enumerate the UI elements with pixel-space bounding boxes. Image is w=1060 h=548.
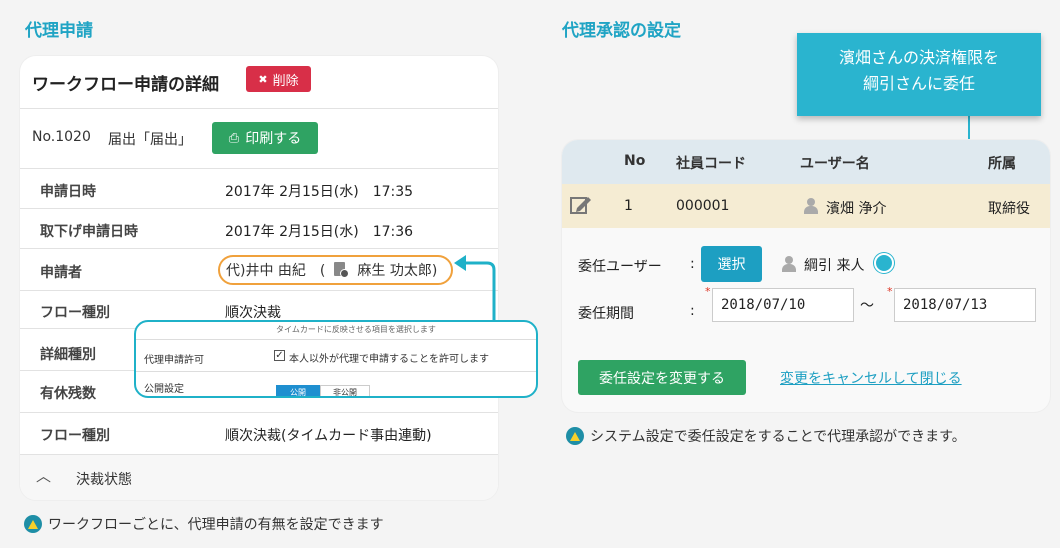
row-label: 申請者 — [40, 265, 82, 281]
colon: : — [690, 303, 695, 319]
original-applicant-name: 麻生 功太郎) — [357, 263, 438, 279]
workflow-detail-card: ワークフロー申請の詳細 ✖ 削除 No.1020 届出「届出」 ⎙ 印刷する 申… — [20, 56, 498, 500]
row-label: 詳細種別 — [40, 347, 96, 363]
right-note: システム設定で委任設定をすることで代理承認ができます。 — [566, 426, 966, 446]
callout-line-2: 綱引さんに委任 — [862, 74, 975, 93]
row-value: 2017年 2月15日(水) 17:35 — [225, 184, 414, 200]
tilde: ～ — [860, 298, 874, 314]
user-icon — [804, 198, 818, 214]
warning-triangle-icon — [24, 515, 42, 533]
row-code: 000001 — [676, 198, 730, 214]
callout-line-1: 濱畑さんの決済権限を — [838, 48, 999, 67]
print-label: 印刷する — [245, 131, 302, 147]
delete-button[interactable]: ✖ 削除 — [246, 66, 311, 92]
popup-top-text: タイムカードに反映させる項目を選択します — [276, 325, 436, 334]
request-type: 届出「届出」 — [108, 132, 192, 148]
col-no: No — [624, 153, 646, 169]
card-title: ワークフロー申請の詳細 — [32, 75, 219, 95]
delegation-card: No 社員コード ユーザー名 所属 1 000001 濱畑 浄介 取締役 委任ユ… — [562, 140, 1050, 412]
right-note-text: システム設定で委任設定をすることで代理承認ができます。 — [590, 429, 966, 445]
detail-row: 取下げ申請日時 2017年 2月15日(水) 17:36 — [20, 208, 498, 248]
date-to-value: 2018/07/13 — [903, 297, 988, 313]
detail-row: 申請日時 2017年 2月15日(水) 17:35 — [20, 168, 498, 208]
submit-label: 委任設定を変更する — [599, 370, 725, 387]
popup-publish-row: 公開設定 公開 非公開 — [136, 372, 536, 396]
cancel-link[interactable]: 変更をキャンセルして閉じる — [780, 368, 962, 388]
select-user-button[interactable]: 選択 — [701, 246, 762, 282]
print-button[interactable]: ⎙ 印刷する — [212, 122, 318, 154]
delegation-callout: 濱畑さんの決済権限を 綱引さんに委任 — [797, 33, 1041, 116]
delegate-user-label: 委任ユーザー — [578, 259, 662, 275]
request-header-row: No.1020 届出「届出」 ⎙ 印刷する — [20, 108, 498, 168]
chevron-up-icon: ︿ — [36, 467, 52, 485]
row-no: 1 — [624, 198, 633, 214]
permit-checkbox-label: 本人以外が代理で申請することを許可します — [289, 354, 489, 365]
row-label: 有休残数 — [40, 386, 96, 402]
arrow-connector — [454, 255, 496, 324]
required-mark: * — [887, 285, 893, 298]
printer-icon: ⎙ — [228, 130, 240, 146]
close-icon: ✖ — [258, 72, 268, 86]
proxy-user-icon — [333, 261, 350, 279]
popup-permit-row: 代理申請許可 ✓ 本人以外が代理で申請することを許可します — [136, 340, 536, 372]
left-note: ワークフローごとに、代理申請の有無を設定できます — [24, 514, 384, 534]
row-label: フロー種別 — [40, 428, 110, 444]
publish-on-toggle[interactable]: 公開 — [276, 385, 320, 396]
collapse-toggle[interactable]: ︿ 決裁状態 — [20, 454, 498, 500]
date-from-value: 2018/07/10 — [721, 297, 806, 313]
row-value: 2017年 2月15日(水) 17:36 — [225, 224, 414, 240]
row-dept: 取締役 — [988, 201, 1030, 217]
row-value: 順次決裁(タイムカード事由連動) — [225, 428, 432, 444]
applicant-highlight: 代)井中 由紀 ( 麻生 功太郎) — [218, 255, 453, 285]
row-value: 順次決裁 — [225, 305, 281, 321]
table-row[interactable]: 1 000001 濱畑 浄介 取締役 — [562, 184, 1050, 228]
date-from-input[interactable]: 2018/07/10 — [712, 288, 854, 322]
submit-delegation-button[interactable]: 委任設定を変更する — [578, 360, 746, 395]
row-name: 濱畑 浄介 — [826, 201, 887, 217]
request-number: No.1020 — [32, 129, 91, 145]
publish-label: 公開設定 — [144, 384, 184, 395]
delete-label: 削除 — [272, 73, 299, 89]
permit-label: 代理申請許可 — [144, 355, 204, 366]
period-label: 委任期間 — [578, 306, 634, 322]
row-label: 取下げ申請日時 — [40, 224, 138, 240]
applicant-name: 代)井中 由紀 ( — [226, 263, 326, 279]
permit-checkbox[interactable]: ✓ — [274, 350, 285, 361]
edit-icon[interactable] — [570, 195, 591, 214]
section-title-proxy-request: 代理申請 — [25, 21, 93, 41]
table-header: No 社員コード ユーザー名 所属 — [562, 140, 1050, 184]
colon: : — [690, 256, 695, 272]
detail-row-applicant: 申請者 代)井中 由紀 ( 麻生 功太郎) — [20, 248, 498, 290]
date-to-input[interactable]: 2018/07/13 — [894, 288, 1036, 322]
required-mark: * — [705, 285, 711, 298]
col-name: ユーザー名 — [800, 156, 870, 172]
row-label: 申請日時 — [40, 184, 96, 200]
publish-off-toggle[interactable]: 非公開 — [320, 385, 370, 396]
row-label: フロー種別 — [40, 305, 110, 321]
col-dept: 所属 — [988, 156, 1016, 172]
user-icon — [782, 256, 796, 272]
section-title-proxy-approval: 代理承認の設定 — [562, 21, 681, 41]
proxy-settings-popup: タイムカードに反映させる項目を選択します 代理申請許可 ✓ 本人以外が代理で申請… — [134, 320, 538, 398]
delegate-user-name: 綱引 来人 — [804, 258, 865, 274]
collapse-label: 決裁状態 — [76, 472, 132, 488]
left-note-text: ワークフローごとに、代理申請の有無を設定できます — [48, 517, 384, 533]
callout-anchor-dot — [874, 253, 894, 273]
select-label: 選択 — [717, 257, 746, 273]
detail-row: フロー種別 順次決裁(タイムカード事由連動) — [20, 412, 498, 454]
warning-triangle-icon — [566, 427, 584, 445]
col-code: 社員コード — [676, 156, 746, 172]
popup-top-row: タイムカードに反映させる項目を選択します — [136, 322, 536, 340]
